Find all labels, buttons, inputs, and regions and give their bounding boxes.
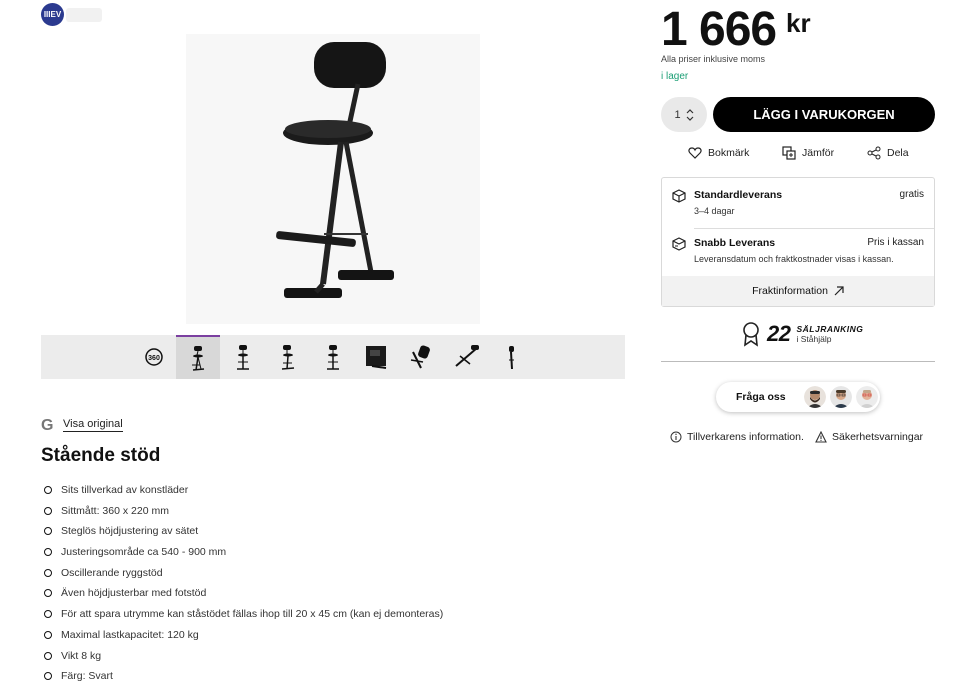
award-ribbon-icon <box>743 322 759 347</box>
warning-icon <box>815 431 827 443</box>
thumb-7[interactable] <box>445 335 489 379</box>
price-note: Alla priser inklusive moms <box>661 54 766 64</box>
feature-item: Oscillerande ryggstöd <box>41 563 443 584</box>
feature-item: Färg: Svart <box>41 666 443 686</box>
share-button[interactable]: Dela <box>867 146 909 160</box>
thumb-360[interactable]: 360 <box>132 335 176 379</box>
safety-warnings-label: Säkerhetsvarningar <box>832 431 924 443</box>
standard-delivery-title: Standardleverans <box>694 189 783 201</box>
arrow-up-right-icon <box>834 286 844 296</box>
ask-us-label: Fråga oss <box>736 391 786 403</box>
product-main-image[interactable] <box>186 34 480 324</box>
brand-logo[interactable]: IIIEV <box>41 3 64 26</box>
manufacturer-info-link[interactable]: Tillverkarens information. <box>670 431 804 443</box>
feature-item: Justeringsområde ca 540 - 900 mm <box>41 542 443 563</box>
info-icon <box>670 431 682 443</box>
ranking-title: SÄLJRANKING <box>796 324 864 334</box>
feature-item: För att spara utrymme kan ståstödet fäll… <box>41 604 443 625</box>
stool-icon <box>455 345 479 367</box>
fast-delivery-title: Snabb Leverans <box>694 237 776 249</box>
divider <box>694 228 934 229</box>
compare-icon <box>782 146 796 160</box>
product-title: Stående stöd <box>41 445 161 466</box>
safety-warnings-link[interactable]: Säkerhetsvarningar <box>815 431 923 443</box>
stool-icon <box>509 346 514 370</box>
thumb-3[interactable] <box>266 335 310 379</box>
google-icon: G <box>41 417 54 434</box>
compare-button[interactable]: Jämför <box>782 146 834 160</box>
add-to-cart-button[interactable]: LÄGG I VARUKORGEN <box>713 97 935 132</box>
heart-icon <box>688 147 702 159</box>
fast-package-icon <box>672 237 686 251</box>
thumb-8[interactable] <box>490 335 534 379</box>
feature-item: Sits tillverkad av konstläder <box>41 480 443 501</box>
divider <box>661 361 935 362</box>
avatar <box>804 386 826 408</box>
avatar <box>856 386 878 408</box>
stool-icon <box>366 346 387 369</box>
ranking-category: i Ståhjälp <box>796 334 832 344</box>
standard-delivery-time: 3–4 dagar <box>694 206 735 216</box>
chevron-updown-icon <box>686 108 694 121</box>
manufacturer-info-label: Tillverkarens information. <box>687 431 804 443</box>
feature-item: Sittmått: 360 x 220 mm <box>41 501 443 522</box>
stool-icon <box>192 346 205 371</box>
ask-us-button[interactable]: Fråga oss <box>716 382 880 412</box>
standing-stool-image <box>186 34 480 324</box>
brand-logo-text: IIIEV <box>43 10 62 19</box>
standard-delivery-price: gratis <box>899 189 924 200</box>
share-icon <box>867 146 881 160</box>
price-currency: kr <box>786 8 811 38</box>
feature-item: Även höjdjusterbar med fotstöd <box>41 583 443 604</box>
thumb-4[interactable] <box>311 335 355 379</box>
shipping-info-label: Fraktinformation <box>752 285 828 297</box>
bookmark-label: Bokmärk <box>708 147 750 159</box>
360-icon: 360 <box>145 348 163 366</box>
avatar <box>830 386 852 408</box>
thumbnail-strip: 360 <box>41 335 625 379</box>
stool-icon <box>281 345 295 370</box>
feature-item: Maximal lastkapacitet: 120 kg <box>41 625 443 646</box>
brand-name-placeholder <box>66 8 102 22</box>
thumb-6[interactable] <box>400 335 444 379</box>
shipping-info-link[interactable]: Fraktinformation <box>662 276 934 306</box>
stool-icon <box>327 345 339 370</box>
share-label: Dela <box>887 147 909 159</box>
stool-icon <box>237 345 249 370</box>
thumb-1[interactable] <box>176 335 220 379</box>
fast-delivery-info: Leveransdatum och fraktkostnader visas i… <box>694 254 894 264</box>
feature-item: Vikt 8 kg <box>41 646 443 667</box>
sales-ranking[interactable]: 22 SÄLJRANKING i Ståhjälp <box>741 321 863 347</box>
feature-item: Steglös höjdjustering av sätet <box>41 521 443 542</box>
bookmark-button[interactable]: Bokmärk <box>688 146 749 160</box>
price: 1 666 <box>661 3 777 56</box>
package-icon <box>672 189 686 203</box>
delivery-box: Standardleverans 3–4 dagar gratis Snabb … <box>661 177 935 307</box>
stock-status: i lager <box>661 71 689 82</box>
ranking-number: 22 <box>767 321 791 346</box>
quantity-value: 1 <box>674 108 681 121</box>
fast-delivery-price: Pris i kassan <box>867 237 924 248</box>
quantity-stepper[interactable]: 1 <box>661 97 707 132</box>
feature-list: Sits tillverkad av konstläder Sittmått: … <box>41 480 443 686</box>
stool-icon <box>410 345 430 369</box>
compare-label: Jämför <box>802 147 835 159</box>
svg-text:360: 360 <box>148 355 160 362</box>
thumb-5[interactable] <box>355 335 399 379</box>
thumb-2[interactable] <box>221 335 265 379</box>
visa-original-link[interactable]: Visa original <box>63 418 123 432</box>
